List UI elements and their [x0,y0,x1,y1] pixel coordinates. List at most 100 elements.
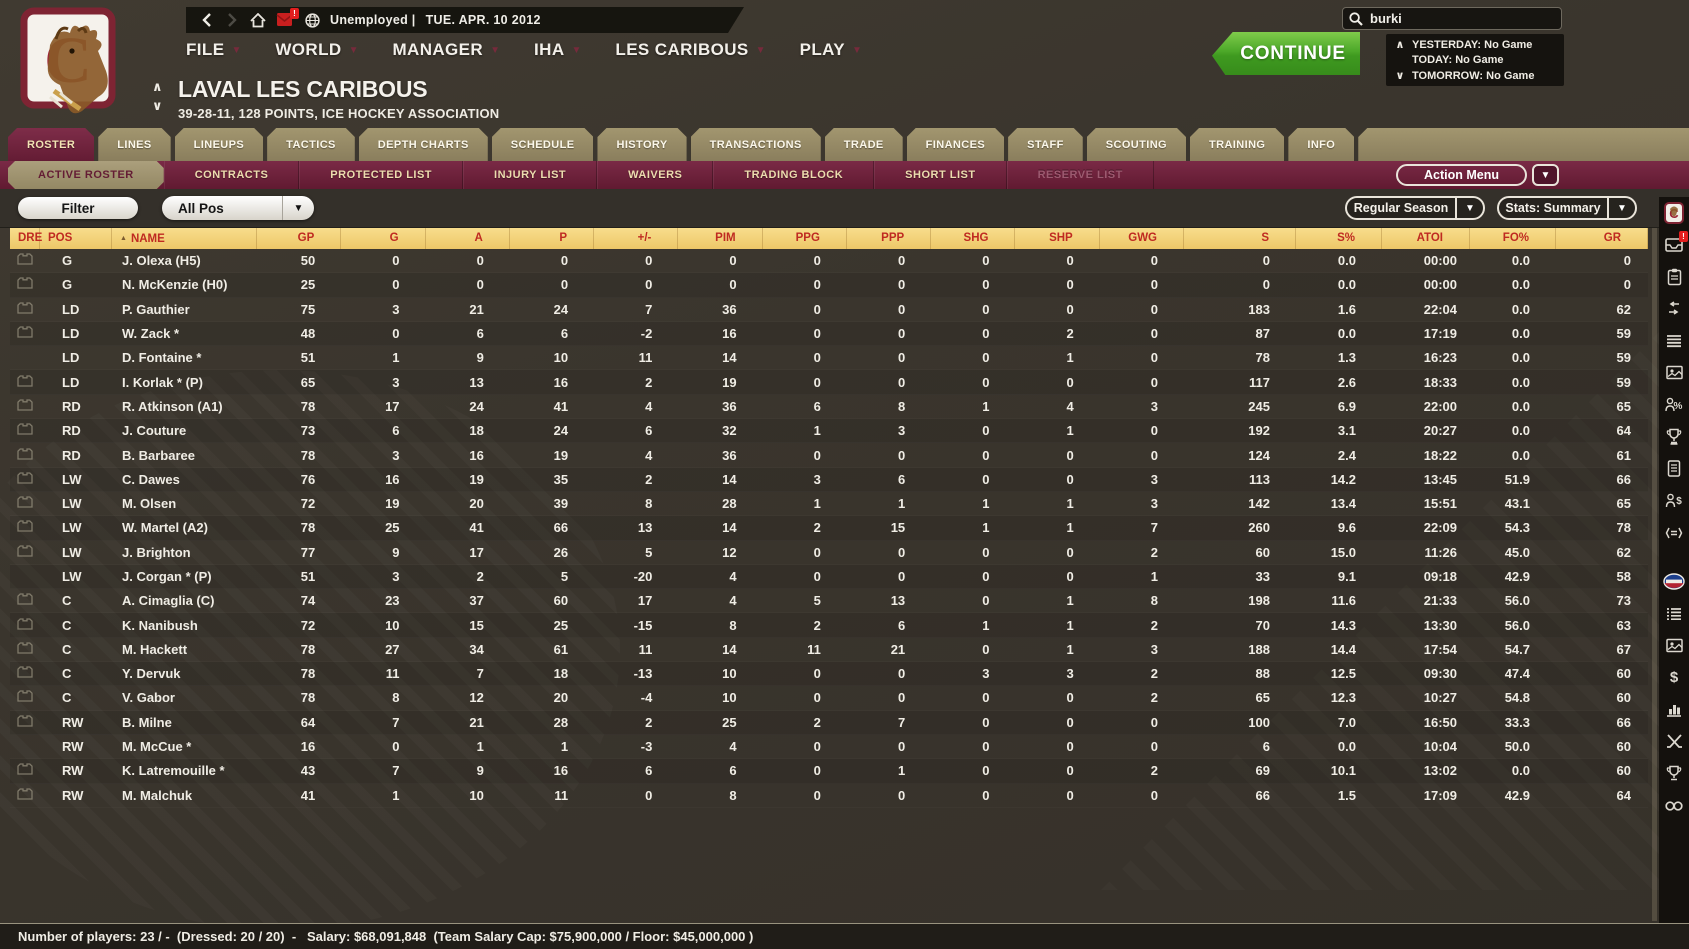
player-name-cell[interactable]: A. Cimaglia (C) [112,593,257,608]
tab-tactics[interactable]: TACTICS [267,128,355,161]
column-header-ppg[interactable]: PPG [763,228,847,249]
table-row[interactable]: GN. McKenzie (H0)25000000000000.000:000.… [10,273,1648,297]
player-name-cell[interactable]: W. Martel (A2) [112,520,257,535]
menu-world[interactable]: WORLD▼ [275,40,358,60]
column-header-s[interactable]: S% [1296,228,1382,249]
player-name-cell[interactable]: K. Latremouille * [112,763,257,778]
prev-team-arrow-icon[interactable]: ∧ [152,82,163,92]
team-logo-icon[interactable]: C [1663,202,1685,223]
column-header-gp[interactable]: GP [257,228,341,249]
player-name-cell[interactable]: K. Nanibush [112,618,257,633]
table-row[interactable]: LWJ. Corgan * (P)51325-20400001339.109:1… [10,565,1648,589]
table-row[interactable]: LWJ. Brighton7791726512000026015.011:264… [10,541,1648,565]
column-header-ppp[interactable]: PPP [847,228,931,249]
continue-button[interactable]: CONTINUE [1212,32,1360,75]
player-name-cell[interactable]: V. Gabor [112,690,257,705]
position-filter-dropdown[interactable]: All Pos ▼ [162,196,314,220]
column-header-pim[interactable]: PIM [678,228,762,249]
trophy-icon[interactable] [1663,426,1685,447]
player-name-cell[interactable]: J. Corgan * (P) [112,569,257,584]
trade-exchange-icon[interactable] [1663,522,1685,543]
table-scrollbar[interactable] [1652,228,1657,921]
player-name-cell[interactable]: W. Zack * [112,326,257,341]
player-name-cell[interactable]: J. Olexa (H5) [112,253,257,268]
stats-chart-icon[interactable] [1663,699,1685,720]
forward-arrow-icon[interactable] [224,12,240,28]
league-logo-icon[interactable] [1663,571,1685,592]
tab-lineups[interactable]: LINEUPS [175,128,263,161]
table-row[interactable]: CV. Gabor7881220-410000026512.310:2754.8… [10,686,1648,710]
lines-list-icon[interactable] [1663,330,1685,351]
advance-arrows-icon[interactable] [1663,298,1685,319]
menu-file[interactable]: FILE▼ [186,40,241,60]
table-row[interactable]: CK. Nanibush72101525-158261127014.313:30… [10,613,1648,637]
awards-trophy-icon[interactable] [1663,763,1685,784]
column-header-a[interactable]: A [426,228,510,249]
subtab-trading-block[interactable]: TRADING BLOCK [713,161,874,189]
action-menu-button[interactable]: Action Menu [1396,164,1527,186]
tab-staff[interactable]: STAFF [1008,128,1083,161]
league-list-icon[interactable] [1663,603,1685,624]
table-row[interactable]: RDJ. Couture7361824632130101923.120:270.… [10,419,1648,443]
subtab-injury-list[interactable]: INJURY LIST [463,161,597,189]
filter-button[interactable]: Filter [18,197,138,219]
player-name-cell[interactable]: M. Olsen [112,496,257,511]
season-filter-dropdown[interactable]: Regular Season ▼ [1345,196,1485,220]
player-name-cell[interactable]: M. Malchuk [112,788,257,803]
menu-les-caribous[interactable]: LES CARIBOUS▼ [615,40,765,60]
column-header-atoi[interactable]: ATOI [1382,228,1470,249]
table-row[interactable]: RWM. Malchuk41110110800000661.517:0942.9… [10,784,1648,808]
staff-finances-icon[interactable]: % [1663,394,1685,415]
notebook-icon[interactable] [1663,458,1685,479]
column-header-s[interactable]: S [1184,228,1296,249]
next-team-arrow-icon[interactable]: ∨ [152,101,163,111]
scout-binoculars-icon[interactable] [1663,795,1685,816]
subtab-protected-list[interactable]: PROTECTED LIST [299,161,463,189]
column-header-gr[interactable]: GR [1556,228,1648,249]
schedule-down-arrow-icon[interactable]: ∨ [1394,69,1406,82]
column-header-g[interactable]: G [341,228,425,249]
clipboard-icon[interactable] [1663,266,1685,287]
column-header-[interactable]: +/- [594,228,678,249]
player-name-cell[interactable]: Y. Dervuk [112,666,257,681]
subtab-contracts[interactable]: CONTRACTS [164,161,300,189]
tab-finances[interactable]: FINANCES [907,128,1004,161]
tab-history[interactable]: HISTORY [597,128,686,161]
table-row[interactable]: RDR. Atkinson (A1)78172441436681432456.9… [10,395,1648,419]
table-row[interactable]: RWB. Milne6472128225270001007.016:5033.3… [10,711,1648,735]
menu-play[interactable]: PLAY▼ [800,40,862,60]
player-name-cell[interactable]: P. Gauthier [112,302,257,317]
tab-transactions[interactable]: TRANSACTIONS [691,128,821,161]
player-name-cell[interactable]: M. Hackett [112,642,257,657]
table-row[interactable]: LDI. Korlak * (P)6531316219000001172.618… [10,370,1648,394]
player-name-cell[interactable]: B. Milne [112,715,257,730]
back-arrow-icon[interactable] [198,12,214,28]
table-row[interactable]: LDP. Gauthier7532124736000001831.622:040… [10,298,1648,322]
league-photo-icon[interactable] [1663,635,1685,656]
column-header-pos[interactable]: POS [40,228,112,249]
menu-manager[interactable]: MANAGER▼ [392,40,500,60]
table-row[interactable]: LWW. Martel (A2)7825416613142151172609.6… [10,516,1648,540]
finance-dollar-icon[interactable]: $ [1663,667,1685,688]
stats-view-dropdown[interactable]: Stats: Summary ▼ [1497,196,1637,220]
table-row[interactable]: GJ. Olexa (H5)50000000000000.000:000.00 [10,249,1648,273]
inbox-mail-icon[interactable]: ! [276,12,294,28]
tab-depth-charts[interactable]: DEPTH CHARTS [359,128,488,161]
column-header-shp[interactable]: SHP [1015,228,1099,249]
player-name-cell[interactable]: M. McCue * [112,739,257,754]
player-name-cell[interactable]: D. Fontaine * [112,350,257,365]
column-header-fo[interactable]: FO% [1470,228,1556,249]
tab-trade[interactable]: TRADE [825,128,903,161]
tab-schedule[interactable]: SCHEDULE [492,128,594,161]
player-name-cell[interactable]: B. Barbaree [112,448,257,463]
menu-iha[interactable]: IHA▼ [534,40,581,60]
subtab-waivers[interactable]: WAIVERS [597,161,713,189]
table-row[interactable]: RWM. McCue *16011-340000060.010:0450.060 [10,735,1648,759]
table-row[interactable]: CM. Hackett782734611114112101318814.417:… [10,638,1648,662]
search-input[interactable] [1370,11,1555,26]
player-name-cell[interactable]: C. Dawes [112,472,257,487]
table-row[interactable]: RDB. Barbaree7831619436000001242.418:220… [10,443,1648,467]
player-name-cell[interactable]: R. Atkinson (A1) [112,399,257,414]
player-name-cell[interactable]: N. McKenzie (H0) [112,277,257,292]
subtab-active-roster[interactable]: ACTIVE ROSTER [8,161,164,189]
